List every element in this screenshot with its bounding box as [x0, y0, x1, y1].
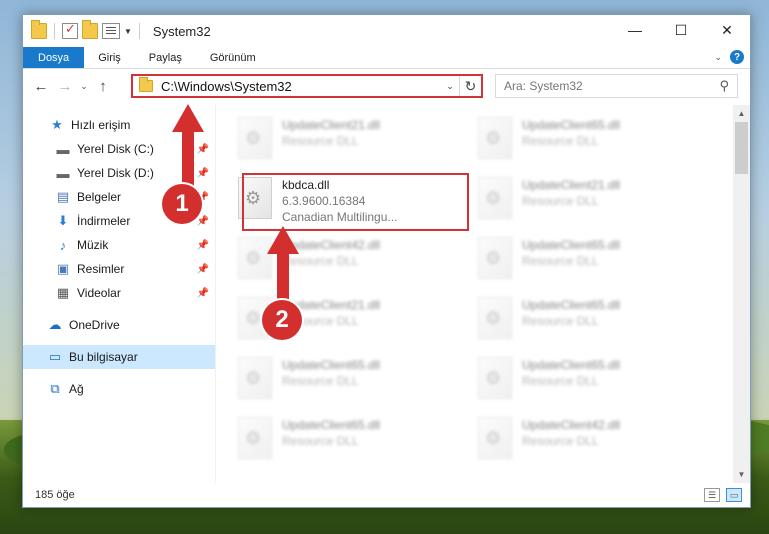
step-badge-2: 2: [262, 300, 302, 340]
arrow-2: [267, 226, 299, 302]
arrow-1: [172, 104, 204, 190]
step-badge-1: 1: [162, 184, 202, 224]
annotation-arrows: [172, 104, 299, 302]
